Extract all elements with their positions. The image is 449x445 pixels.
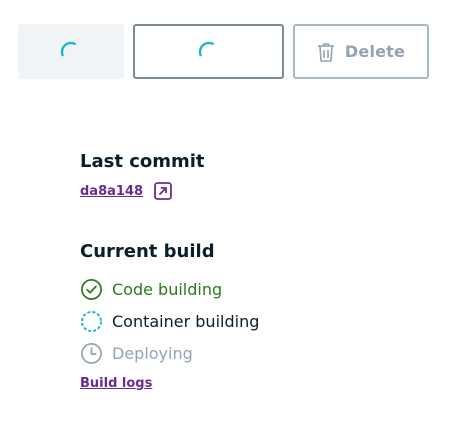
last-commit-heading: Last commit	[80, 151, 205, 172]
external-link-icon[interactable]	[153, 181, 173, 201]
current-build-heading: Current build	[80, 241, 215, 262]
build-logs-link[interactable]: Build logs	[80, 376, 152, 391]
build-step-deploying: Deploying	[80, 342, 193, 365]
secondary-loading-button[interactable]	[133, 24, 284, 79]
loading-spinner-icon	[60, 41, 82, 62]
commit-row: da8a148	[80, 181, 173, 201]
primary-loading-button[interactable]	[18, 24, 124, 79]
delete-button[interactable]: Delete	[293, 24, 429, 79]
build-step-code: Code building	[80, 278, 222, 301]
trash-icon	[317, 42, 334, 62]
clock-icon	[81, 343, 102, 364]
build-step-container: Container building	[80, 310, 259, 333]
loading-spinner-icon	[198, 41, 219, 62]
commit-hash-link[interactable]: da8a148	[80, 184, 143, 199]
build-step-label: Deploying	[112, 344, 193, 363]
check-circle-icon	[81, 279, 102, 300]
spinner-icon	[80, 310, 103, 333]
delete-button-label: Delete	[344, 42, 406, 61]
build-step-label: Container building	[112, 312, 260, 331]
build-step-label: Code building	[112, 280, 223, 299]
